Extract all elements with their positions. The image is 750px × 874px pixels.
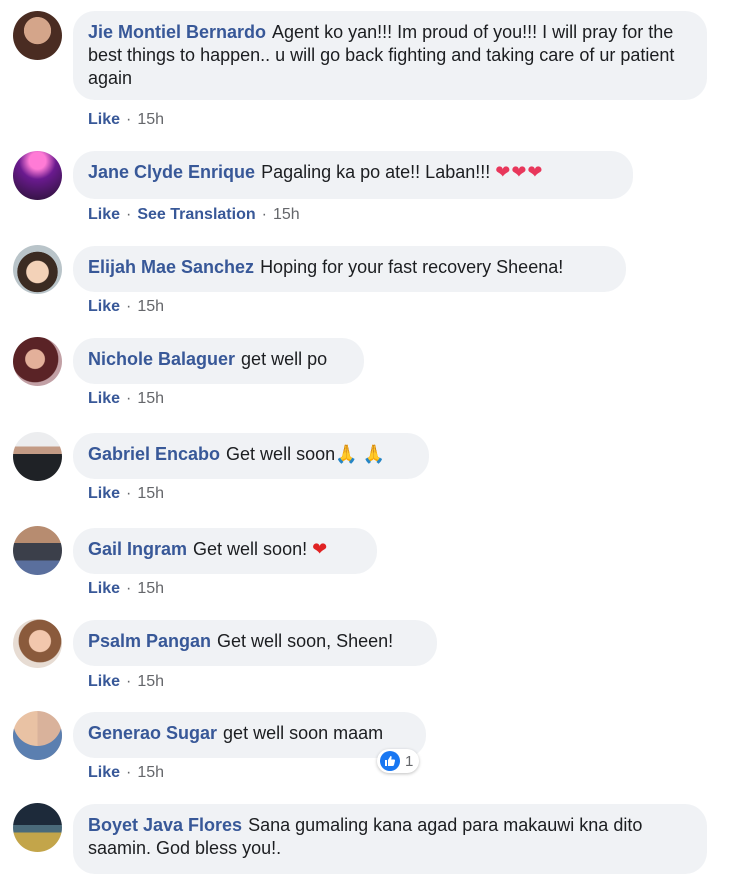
- see-translation-link[interactable]: See Translation: [137, 206, 255, 223]
- comment-actions: Like · 15h: [88, 673, 164, 691]
- like-link[interactable]: Like: [88, 580, 120, 597]
- comment-text: Get well soon, Sheen!: [217, 631, 394, 651]
- author-name[interactable]: Gail Ingram: [88, 539, 187, 559]
- timestamp[interactable]: 15h: [137, 673, 164, 690]
- timestamp[interactable]: 15h: [273, 206, 300, 223]
- avatar[interactable]: [13, 619, 62, 668]
- comment-actions: Like · 15h: [88, 111, 164, 129]
- like-link[interactable]: Like: [88, 206, 120, 223]
- comment-bubble: Gabriel Encabo Get well soon🙏 🙏: [73, 433, 429, 479]
- author-name[interactable]: Nichole Balaguer: [88, 349, 235, 369]
- reaction-count-label: 1: [405, 752, 414, 770]
- comment-text: Get well soon!: [193, 539, 308, 559]
- timestamp[interactable]: 15h: [137, 580, 164, 597]
- author-name[interactable]: Boyet Java Flores: [88, 815, 242, 835]
- avatar[interactable]: [13, 11, 62, 60]
- comment-bubble: Psalm Pangan Get well soon, Sheen!: [73, 620, 437, 666]
- comment-bubble: Gail Ingram Get well soon! ❤: [73, 528, 377, 574]
- like-link[interactable]: Like: [88, 111, 120, 128]
- comment-bubble: Jie Montiel Bernardo Agent ko yan!!! Im p…: [73, 11, 707, 100]
- avatar[interactable]: [13, 526, 62, 575]
- comment-text: Hoping for your fast recovery Sheena!: [260, 257, 564, 277]
- comment-text: get well soon maam: [223, 723, 384, 743]
- like-link[interactable]: Like: [88, 764, 120, 781]
- separator: ·: [126, 206, 132, 223]
- avatar[interactable]: [13, 432, 62, 481]
- timestamp[interactable]: 15h: [137, 111, 164, 128]
- heart-emoji-icon: ❤❤❤: [495, 162, 544, 182]
- like-link[interactable]: Like: [88, 673, 120, 690]
- author-name[interactable]: Jane Clyde Enrique: [88, 162, 255, 182]
- avatar[interactable]: [13, 151, 62, 200]
- separator: ·: [126, 580, 132, 597]
- comment-actions: Like · See Translation · 15h: [88, 206, 300, 224]
- like-link[interactable]: Like: [88, 390, 120, 407]
- comment-text: Get well soon: [226, 444, 336, 464]
- praying-hands-icon: 🙏 🙏: [335, 444, 385, 464]
- heart-emoji-icon: ❤: [312, 539, 328, 559]
- thumbs-up-icon: [380, 751, 400, 771]
- comment-actions: Like · 15h: [88, 580, 164, 598]
- comment-bubble: Nichole Balaguer get well po: [73, 338, 364, 384]
- separator: ·: [126, 298, 132, 315]
- author-name[interactable]: Elijah Mae Sanchez: [88, 257, 254, 277]
- separator: ·: [261, 206, 267, 223]
- separator: ·: [126, 485, 132, 502]
- avatar[interactable]: [13, 803, 62, 852]
- timestamp[interactable]: 15h: [137, 485, 164, 502]
- reaction-count[interactable]: 1: [377, 749, 420, 773]
- like-link[interactable]: Like: [88, 485, 120, 502]
- author-name[interactable]: Jie Montiel Bernardo: [88, 22, 266, 42]
- comment-actions: Like · 15h: [88, 764, 164, 782]
- comment-text: get well po: [241, 349, 328, 369]
- comment-bubble: Jane Clyde Enrique Pagaling ka po ate!! L…: [73, 151, 633, 199]
- timestamp[interactable]: 15h: [137, 764, 164, 781]
- comment-bubble: Elijah Mae Sanchez Hoping for your fast r…: [73, 246, 626, 292]
- avatar[interactable]: [13, 711, 62, 760]
- separator: ·: [126, 111, 132, 128]
- comment-bubble: Generao Sugar get well soon maam: [73, 712, 426, 758]
- comment-actions: Like · 15h: [88, 485, 164, 503]
- comment-actions: Like · 15h: [88, 390, 164, 408]
- separator: ·: [126, 764, 132, 781]
- separator: ·: [126, 673, 132, 690]
- avatar[interactable]: [13, 337, 62, 386]
- like-link[interactable]: Like: [88, 298, 120, 315]
- author-name[interactable]: Gabriel Encabo: [88, 444, 220, 464]
- author-name[interactable]: Generao Sugar: [88, 723, 217, 743]
- comment-bubble: Boyet Java Flores Sana gumaling kana agad…: [73, 804, 707, 874]
- timestamp[interactable]: 15h: [137, 298, 164, 315]
- author-name[interactable]: Psalm Pangan: [88, 631, 211, 651]
- avatar[interactable]: [13, 245, 62, 294]
- comment-text: Pagaling ka po ate!! Laban!!!: [261, 162, 491, 182]
- comment-actions: Like · 15h: [88, 298, 164, 316]
- timestamp[interactable]: 15h: [137, 390, 164, 407]
- separator: ·: [126, 390, 132, 407]
